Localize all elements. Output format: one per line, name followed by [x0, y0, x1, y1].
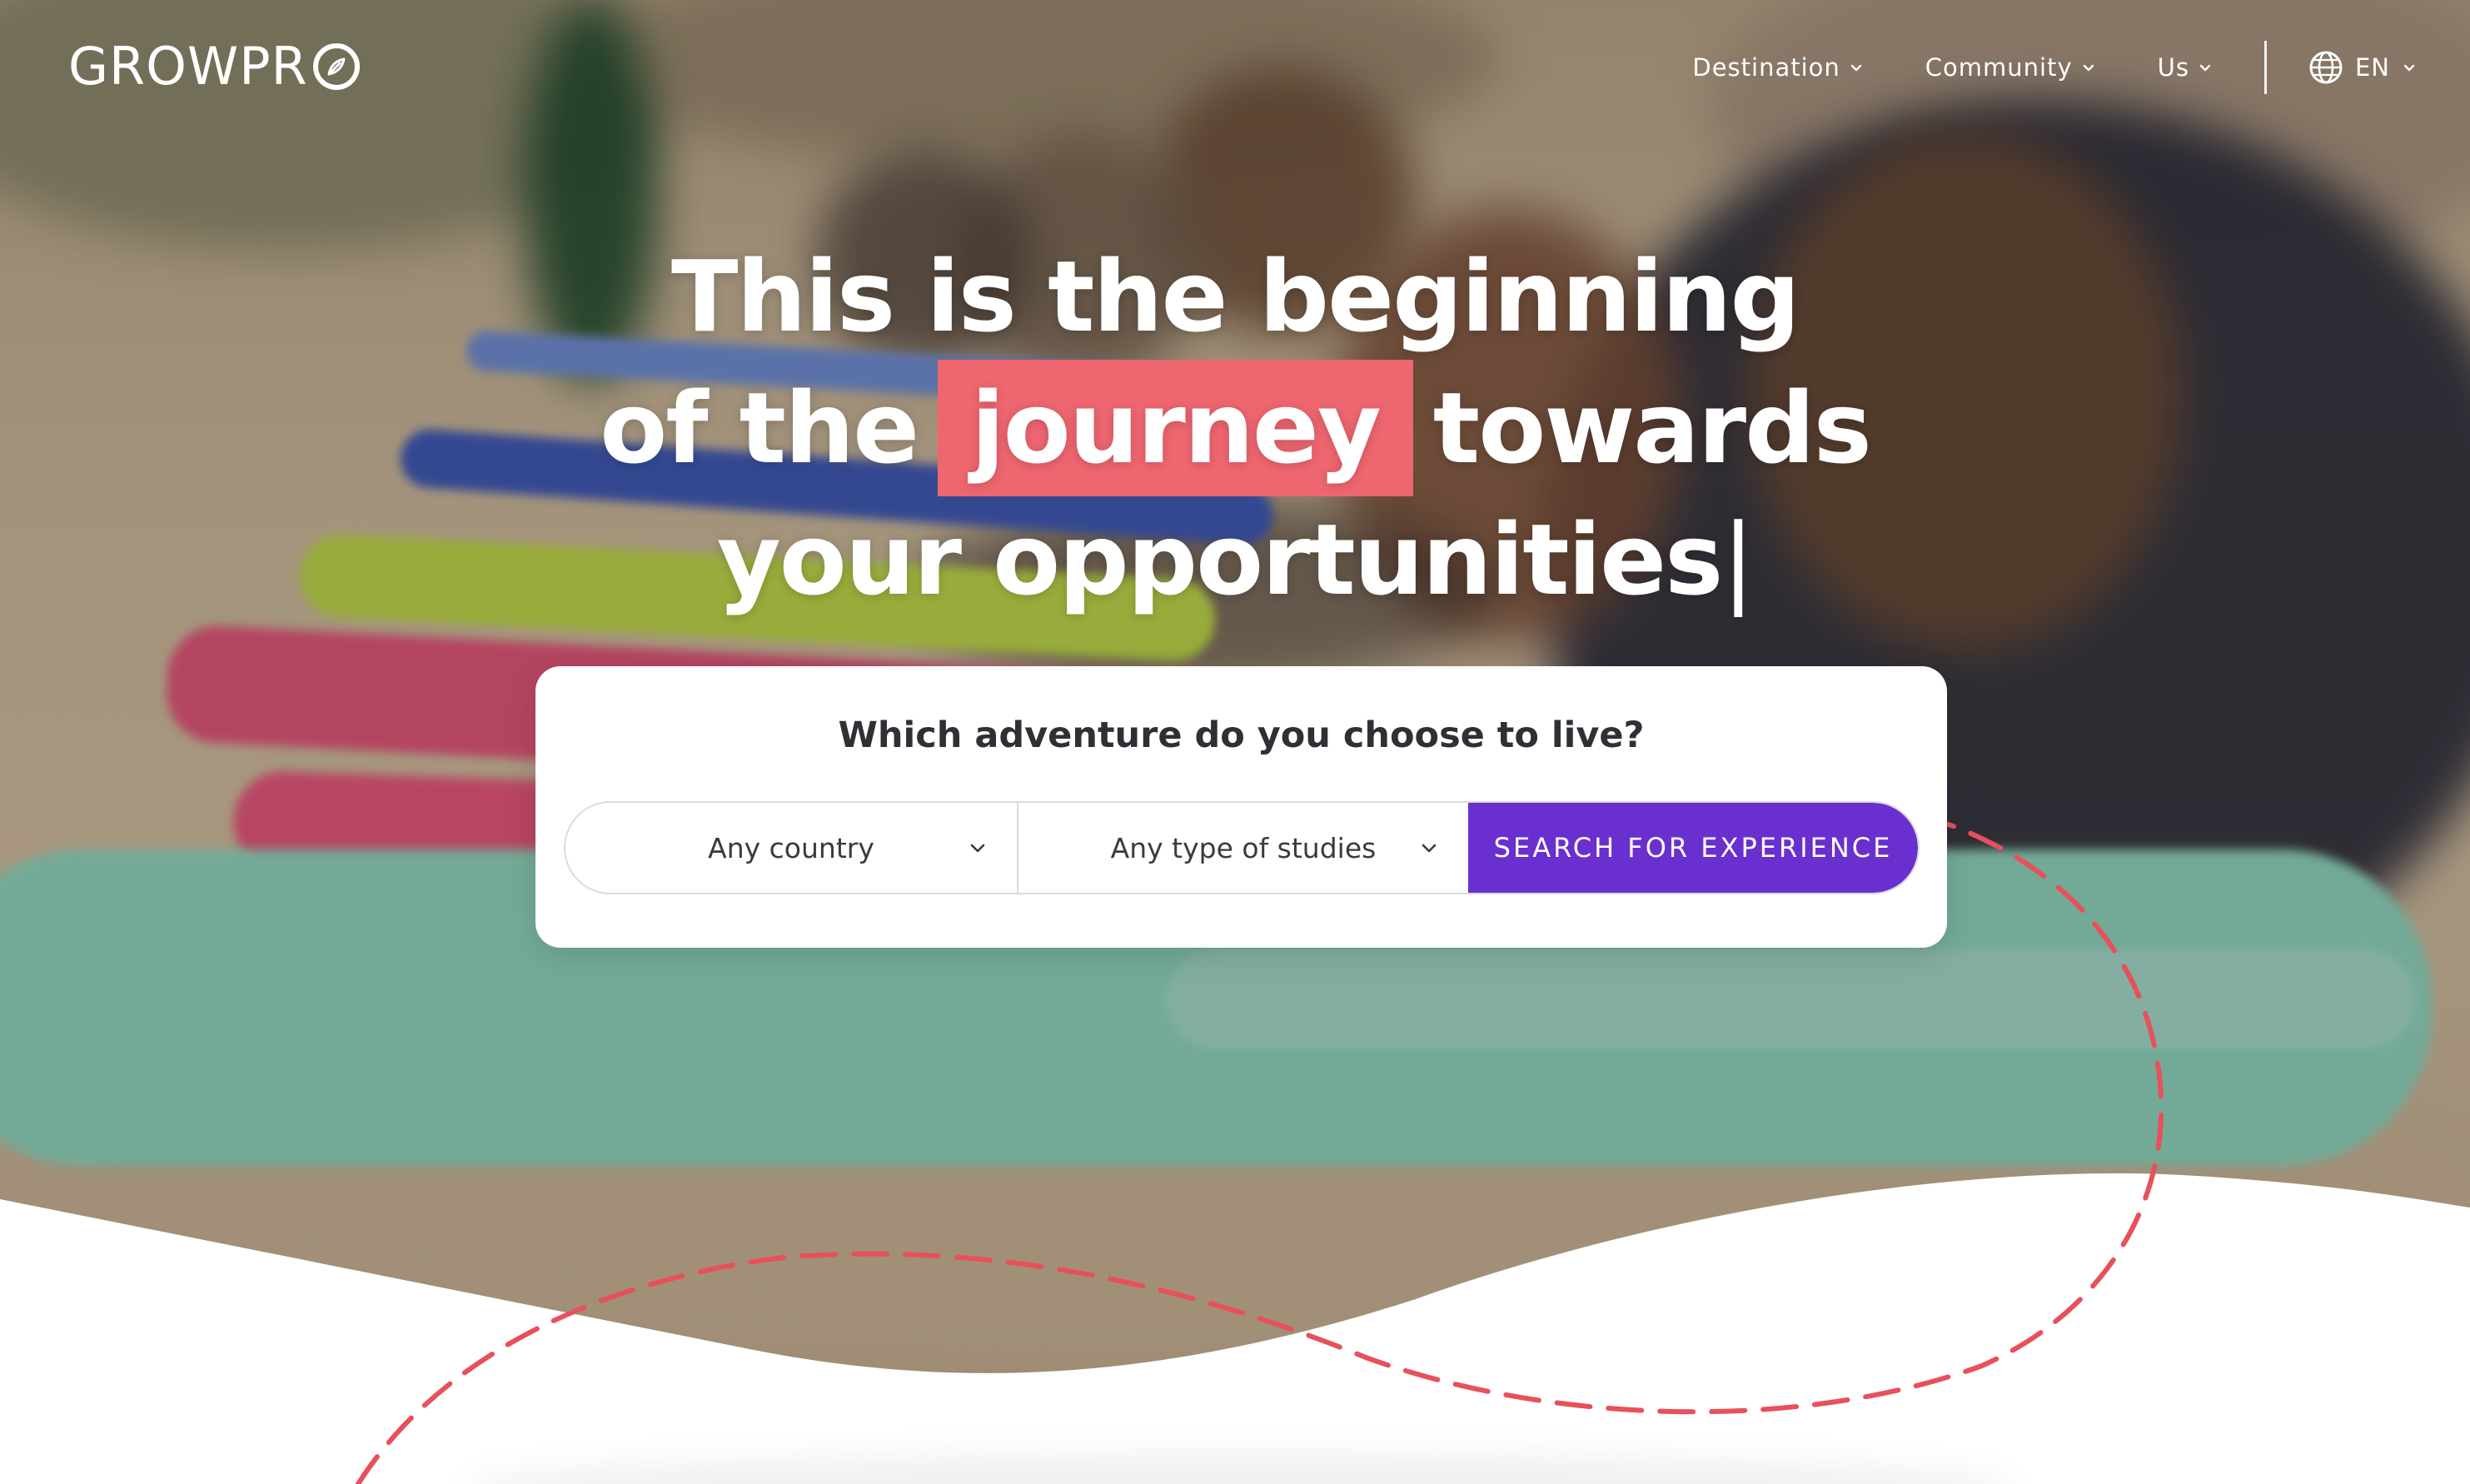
- headline-line-3: your opportunities|: [0, 496, 2470, 623]
- country-select-value: Any country: [708, 831, 874, 864]
- chevron-down-icon: [1422, 844, 1437, 853]
- headline-line-2-post: towards: [1432, 371, 1872, 486]
- nav-item-destination[interactable]: Destination: [1692, 53, 1863, 82]
- globe-icon: [2309, 51, 2343, 84]
- search-card: Which adventure do you choose to live? A…: [535, 666, 1947, 948]
- search-experience-button[interactable]: SEARCH FOR EXPERIENCE: [1468, 803, 1918, 893]
- main-navigation: Destination Community Us EN: [1692, 41, 2417, 94]
- brand-logo[interactable]: GROWPR: [68, 35, 360, 97]
- search-card-title: Which adventure do you choose to live?: [838, 715, 1645, 756]
- nav-item-label: Us: [2157, 53, 2189, 82]
- chevron-down-icon: [2403, 64, 2415, 72]
- language-selector[interactable]: EN: [2308, 50, 2417, 85]
- headline-line-2: of the journey towards: [0, 360, 2470, 496]
- language-code: EN: [2354, 53, 2390, 82]
- headline-line-3-text: your opportunities: [716, 502, 1724, 617]
- headline-highlight: journey: [938, 360, 1413, 496]
- headline-line-2-pre: of the: [600, 371, 919, 486]
- chevron-down-icon: [2199, 64, 2211, 72]
- nav-divider: [2263, 41, 2267, 94]
- chevron-down-icon: [1850, 64, 1861, 72]
- nav-item-label: Community: [1925, 53, 2073, 82]
- country-select[interactable]: Any country: [565, 803, 1017, 893]
- hero-headline: This is the beginning of the journey towar…: [0, 233, 2470, 623]
- compass-leaf-icon: [312, 43, 360, 90]
- nav-item-label: Destination: [1692, 53, 1840, 82]
- chevron-down-icon: [2083, 64, 2094, 72]
- nav-item-community[interactable]: Community: [1925, 53, 2096, 82]
- search-bar: Any country Any type of studies SEARCH F…: [564, 801, 1920, 894]
- nav-item-us[interactable]: Us: [2158, 53, 2213, 82]
- chevron-down-icon: [970, 844, 985, 853]
- studies-type-select-value: Any type of studies: [1110, 831, 1377, 864]
- studies-type-select[interactable]: Any type of studies: [1017, 803, 1468, 893]
- headline-line-1: This is the beginning: [671, 239, 1800, 354]
- brand-name-part-1: GROWPR: [68, 35, 308, 97]
- typing-cursor: |: [1721, 502, 1755, 617]
